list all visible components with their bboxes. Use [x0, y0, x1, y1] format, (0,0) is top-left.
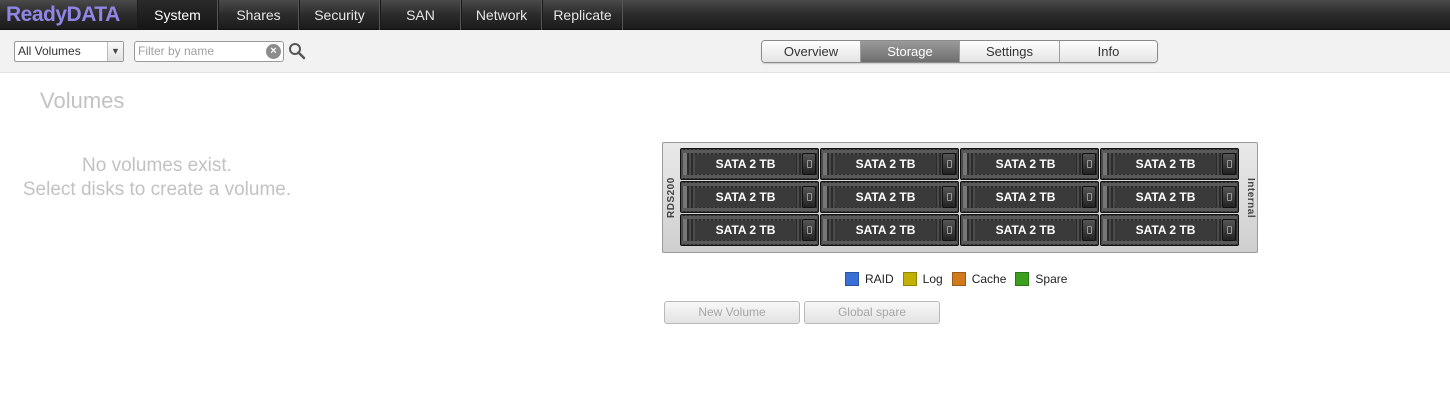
bay-edge: [823, 219, 827, 241]
drive-handle-icon: [942, 186, 956, 208]
readydata-logo: ReadyDATA: [6, 3, 120, 26]
drive-handle-icon: [802, 186, 816, 208]
disk-label: SATA 2 TB: [695, 155, 796, 174]
enclosure-location-label: Internal: [1245, 177, 1256, 219]
toolbar: All Volumes ▼ Filter by name × Overview …: [0, 30, 1450, 73]
legend-item-raid: RAID: [845, 272, 894, 286]
drive-handle-icon: [942, 219, 956, 241]
tab-overview[interactable]: Overview: [762, 41, 861, 62]
legend-label: Cache: [971, 272, 1007, 286]
raid-swatch: [845, 272, 859, 286]
drive-handle-icon: [802, 219, 816, 241]
tab-settings[interactable]: Settings: [960, 41, 1060, 62]
drive-handle-icon: [1222, 153, 1236, 175]
tab-shares[interactable]: Shares: [218, 0, 299, 30]
bay-edge: [823, 153, 827, 175]
drive-handle-icon: [942, 153, 956, 175]
disk-label: SATA 2 TB: [695, 188, 796, 207]
disk-bay[interactable]: SATA 2 TB: [820, 181, 959, 213]
drive-handle-icon: [1082, 186, 1096, 208]
disk-label: SATA 2 TB: [1115, 221, 1216, 240]
disk-bay[interactable]: SATA 2 TB: [820, 214, 959, 246]
enclosure-model-label: RDS200: [666, 177, 677, 219]
tab-security[interactable]: Security: [299, 0, 380, 30]
bay-edge: [1103, 186, 1107, 208]
bay-edge: [683, 219, 687, 241]
disk-bay[interactable]: SATA 2 TB: [1100, 181, 1239, 213]
empty-line-1: No volumes exist.: [82, 155, 232, 176]
filter-placeholder: Filter by name: [138, 44, 215, 58]
tab-san[interactable]: SAN: [380, 0, 461, 30]
disk-label: SATA 2 TB: [695, 221, 796, 240]
bay-edge: [823, 186, 827, 208]
disk-bay[interactable]: SATA 2 TB: [680, 148, 819, 180]
disk-bay[interactable]: SATA 2 TB: [680, 214, 819, 246]
disk-bay[interactable]: SATA 2 TB: [1100, 148, 1239, 180]
disk-bay-grid: SATA 2 TB SATA 2 TB SATA 2 TB SATA 2 TB …: [680, 148, 1240, 247]
disk-label: SATA 2 TB: [835, 188, 936, 207]
bay-edge: [963, 219, 967, 241]
disk-bay[interactable]: SATA 2 TB: [960, 214, 1099, 246]
disk-bay[interactable]: SATA 2 TB: [1100, 214, 1239, 246]
disk-label: SATA 2 TB: [975, 188, 1076, 207]
disk-bay[interactable]: SATA 2 TB: [960, 148, 1099, 180]
bay-edge: [683, 186, 687, 208]
disk-label: SATA 2 TB: [975, 155, 1076, 174]
disk-label: SATA 2 TB: [1115, 188, 1216, 207]
disk-bay[interactable]: SATA 2 TB: [680, 181, 819, 213]
legend-label: Log: [922, 272, 943, 286]
disk-bay[interactable]: SATA 2 TB: [960, 181, 1099, 213]
tab-replicate[interactable]: Replicate: [542, 0, 623, 30]
clear-icon[interactable]: ×: [266, 44, 281, 59]
legend-item-spare: Spare: [1015, 272, 1067, 286]
log-swatch: [902, 272, 917, 286]
tab-network[interactable]: Network: [461, 0, 542, 30]
disk-bay[interactable]: SATA 2 TB: [820, 148, 959, 180]
cache-swatch: [951, 272, 966, 286]
bay-edge: [683, 153, 687, 175]
drive-handle-icon: [1222, 186, 1236, 208]
volumes-title: Volumes: [40, 88, 125, 113]
volume-filter-select[interactable]: All Volumes ▼: [14, 41, 124, 62]
disk-label: SATA 2 TB: [835, 221, 936, 240]
tab-storage[interactable]: Storage: [861, 41, 960, 62]
chevron-down-icon[interactable]: ▼: [107, 42, 123, 61]
bay-edge: [963, 186, 967, 208]
bay-edge: [1103, 219, 1107, 241]
drive-handle-icon: [1082, 153, 1096, 175]
legend-label: Spare: [1035, 272, 1068, 286]
drive-handle-icon: [1222, 219, 1236, 241]
empty-line-2: Select disks to create a volume.: [22, 179, 292, 200]
legend-item-log: Log: [902, 272, 943, 286]
bay-edge: [963, 153, 967, 175]
top-nav-bar: ReadyDATA System Shares Security SAN Net…: [0, 0, 1450, 30]
filter-by-name-input[interactable]: Filter by name ×: [134, 41, 284, 62]
global-spare-button[interactable]: Global spare: [804, 301, 940, 324]
tab-system[interactable]: System: [137, 0, 218, 30]
main-nav: System Shares Security SAN Network Repli…: [137, 0, 623, 30]
storage-view-tabs: Overview Storage Settings Info: [761, 40, 1158, 63]
search-icon[interactable]: [288, 42, 306, 60]
legend-item-cache: Cache: [951, 272, 1007, 286]
disk-label: SATA 2 TB: [975, 221, 1076, 240]
legend-label: RAID: [865, 272, 894, 286]
spare-swatch: [1015, 272, 1030, 286]
new-volume-button[interactable]: New Volume: [664, 301, 800, 324]
drive-handle-icon: [1082, 219, 1096, 241]
disk-label: SATA 2 TB: [835, 155, 936, 174]
empty-volumes-message: No volumes exist. Select disks to create…: [0, 154, 314, 202]
volume-filter-value: All Volumes: [18, 44, 81, 58]
tab-info[interactable]: Info: [1060, 41, 1157, 62]
drive-handle-icon: [802, 153, 816, 175]
disk-role-legend: RAID Log Cache Spare: [845, 271, 1076, 287]
disk-label: SATA 2 TB: [1115, 155, 1216, 174]
bay-edge: [1103, 153, 1107, 175]
